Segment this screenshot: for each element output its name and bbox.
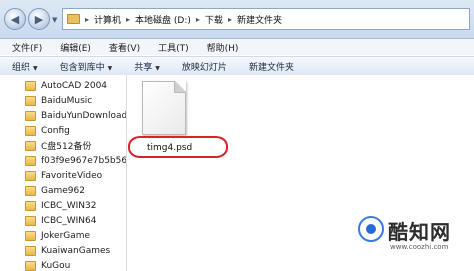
nav-folder-item[interactable]: ICBC_WIN64 [0,213,126,228]
include-in-library-label: 包含到库中 [59,62,105,73]
nav-folder-label: FavoriteVideo [41,170,103,181]
organize-label: 组织 [12,62,31,73]
breadcrumb[interactable]: ▸ 计算机 ▸ 本地磁盘 (D:) ▸ 下载 ▸ 新建文件夹 [62,8,470,30]
highlight-annotation [128,136,228,158]
nav-folder-item[interactable]: KuGou [0,258,126,271]
command-bar: 组织 ▼ 包含到库中 ▼ 共享 ▼ 放映幻灯片 新建文件夹 [0,56,474,76]
menu-tools[interactable]: 工具(T) [158,41,189,54]
menu-view[interactable]: 查看(V) [109,41,140,54]
chevron-down-icon: ▼ [155,64,160,72]
nav-folder-label: Config [41,125,70,136]
folder-icon [25,230,36,241]
nav-folder-item[interactable]: BaiduMusic [0,93,126,108]
share-button[interactable]: 共享 ▼ [134,60,160,73]
nav-folder-label: ICBC_WIN64 [41,215,97,226]
chevron-right-icon[interactable]: ▸ [126,15,130,24]
breadcrumb-new-folder[interactable]: 新建文件夹 [237,13,282,26]
breadcrumb-downloads[interactable]: 下载 [205,13,223,26]
document-icon[interactable] [142,81,186,135]
folder-icon [25,245,36,256]
nav-folder-item[interactable]: f03f9e967e7b5b56 [0,153,126,168]
folder-icon [25,170,36,181]
folder-icon [25,155,36,166]
include-in-library-button[interactable]: 包含到库中 ▼ [60,60,113,73]
page-fold [174,81,186,93]
coozhi-logo-icon [358,216,384,242]
nav-folder-item[interactable]: ICBC_WIN32 [0,198,126,213]
nav-folder-item[interactable]: C盘512备份 [0,138,126,153]
watermark: 酷知网 www.coozhi.com [358,212,470,262]
folder-icon [25,200,36,211]
forward-arrow-icon: ▶ [34,12,44,26]
menu-bar: 文件(F) 编辑(E) 查看(V) 工具(T) 帮助(H) [0,39,474,55]
watermark-url: www.coozhi.com [390,243,449,251]
chevron-right-icon[interactable]: ▸ [85,15,89,24]
navigation-pane[interactable]: AutoCAD 2004 BaiduMusic BaiduYunDownload… [0,75,127,271]
recent-pages-dropdown-icon[interactable]: ▼ [52,16,57,24]
folder-icon [25,95,36,106]
nav-folder-label: AutoCAD 2004 [41,80,108,91]
folder-icon [25,185,36,196]
chevron-down-icon: ▼ [33,64,38,72]
nav-folder-item[interactable]: BaiduYunDownload [0,108,126,123]
nav-folder-label: BaiduMusic [41,95,93,106]
nav-folder-item[interactable]: JokerGame [0,228,126,243]
share-label: 共享 [134,62,153,73]
menu-edit[interactable]: 编辑(E) [60,41,91,54]
back-button[interactable]: ◀ [4,8,26,30]
chevron-down-icon: ▼ [107,64,113,72]
menu-help[interactable]: 帮助(H) [207,41,239,54]
breadcrumb-computer[interactable]: 计算机 [94,13,121,26]
nav-folder-item[interactable]: FavoriteVideo [0,168,126,183]
forward-button[interactable]: ▶ [28,8,50,30]
folder-icon [25,125,36,136]
nav-folder-item[interactable]: Config [0,123,126,138]
folder-icon [25,260,36,271]
folder-icon [25,110,36,121]
folder-icon [67,14,80,24]
nav-folder-label: JokerGame [41,230,91,241]
logo-dot [366,224,376,234]
slideshow-button[interactable]: 放映幻灯片 [182,60,227,73]
new-folder-button[interactable]: 新建文件夹 [249,60,294,73]
back-arrow-icon: ◀ [10,12,20,26]
nav-folder-label: KuaiwanGames [41,245,111,256]
breadcrumb-drive-d[interactable]: 本地磁盘 (D:) [135,13,191,26]
menu-file[interactable]: 文件(F) [12,41,42,54]
nav-folder-item[interactable]: Game962 [0,183,126,198]
chevron-right-icon[interactable]: ▸ [196,15,200,24]
nav-folder-item[interactable]: AutoCAD 2004 [0,78,126,93]
chevron-right-icon[interactable]: ▸ [228,15,232,24]
watermark-title: 酷知网 [388,220,451,244]
nav-folder-label: f03f9e967e7b5b56 [41,155,126,166]
folder-icon [25,80,36,91]
folder-icon [25,140,36,151]
organize-button[interactable]: 组织 ▼ [12,60,38,73]
address-bar: ◀ ▶ ▼ ▸ 计算机 ▸ 本地磁盘 (D:) ▸ 下载 ▸ 新建文件夹 [0,0,474,39]
nav-folder-item[interactable]: KuaiwanGames [0,243,126,258]
nav-folder-label: KuGou [41,260,71,271]
nav-folder-label: C盘512备份 [41,142,92,152]
nav-folder-label: Game962 [41,185,85,196]
nav-folder-label: ICBC_WIN32 [41,200,97,211]
folder-icon [25,215,36,226]
nav-folder-label: BaiduYunDownload [41,110,126,121]
